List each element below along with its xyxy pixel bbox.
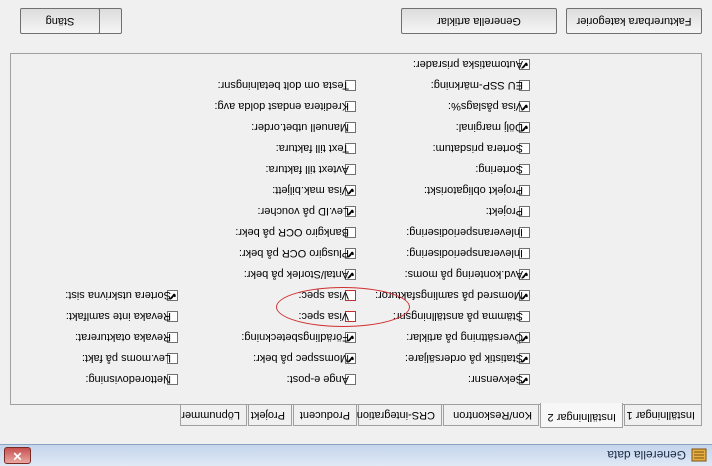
tab-strip: Inställningar 1 Inställningar 2 Kon/Resk… bbox=[10, 403, 702, 428]
tab-crs-integration[interactable]: CRS-integration bbox=[357, 404, 442, 426]
setting-row: ✔ Plusgiro OCR på bekr: bbox=[21, 244, 701, 260]
setting-row: Avtext till faktura: bbox=[21, 160, 701, 176]
setting-label: Testa om dolt betalningsnr: bbox=[217, 79, 349, 91]
tab-projekt[interactable]: Projekt bbox=[248, 404, 292, 426]
title-bar: Generella data ✕ bbox=[0, 444, 712, 466]
setting-label: Nettoredovisning: bbox=[85, 373, 171, 385]
setting-row: Lev.moms på fakt: bbox=[21, 349, 701, 365]
setting-label: Lev.moms på fakt: bbox=[81, 352, 171, 364]
setting-row: Bankgiro OCR på bekr: bbox=[21, 223, 701, 239]
setting-label: Sortera utskrivna sist: bbox=[65, 289, 171, 301]
setting-row: Testa om dolt betalningsnr: bbox=[21, 76, 701, 92]
setting-row: ✔ Visa mak.biljett: bbox=[21, 181, 701, 197]
setting-row: Manuell utbet.order: bbox=[21, 118, 701, 134]
tab-kon-reskontron[interactable]: Kon/Reskontron bbox=[443, 404, 539, 426]
window-title: Generella data bbox=[607, 448, 686, 462]
settings-panel: ✔ Sekvensnr: ✔ Statistik på ordersäljare: ✔ Ö… bbox=[10, 53, 702, 405]
billable-categories-button[interactable]: Fakturerbara kategorier bbox=[566, 8, 702, 34]
setting-label: Bankgiro OCR på bekr: bbox=[235, 226, 349, 238]
setting-label: Revaka otakturerat: bbox=[75, 331, 171, 343]
window-close-button[interactable]: ✕ bbox=[4, 447, 31, 464]
tab-lopnummer[interactable]: Löpnummer bbox=[180, 404, 247, 426]
setting-row: Kreditera endast dolda avg: bbox=[21, 97, 701, 113]
tab-installningar-1[interactable]: Inställningar 1 bbox=[624, 404, 702, 426]
setting-label: Manuell utbet.order: bbox=[251, 121, 349, 133]
setting-label: Plusgiro OCR på bekr: bbox=[238, 247, 349, 259]
setting-row: Nettoredovisning: bbox=[21, 370, 701, 386]
setting-label: Avtext till faktura: bbox=[265, 163, 349, 175]
button-bar: Fakturerbara kategorier Generella artikl… bbox=[0, 0, 712, 36]
setting-label: Kreditera endast dolda avg: bbox=[214, 100, 349, 112]
setting-label: Lev.ID på voucher: bbox=[257, 205, 349, 217]
annotation-highlight-ellipse bbox=[276, 287, 410, 327]
setting-label: Visa mak.biljett: bbox=[272, 184, 349, 196]
tab-installningar-2[interactable]: Inställningar 2 bbox=[540, 403, 623, 428]
setting-row: ✔ Lev.ID på voucher: bbox=[21, 202, 701, 218]
app-icon bbox=[691, 448, 707, 462]
setting-row: Text till faktura: bbox=[21, 139, 701, 155]
tab-producent[interactable]: Producent bbox=[293, 404, 357, 426]
setting-label: Text till faktura: bbox=[275, 142, 349, 154]
setting-row: ✔ Antal/Storlek på bekr: bbox=[21, 265, 701, 281]
general-articles-button[interactable]: Generella artiklar bbox=[401, 8, 557, 34]
setting-row: ✔ Automatiska prisrader: bbox=[21, 55, 701, 71]
close-button[interactable]: Stäng bbox=[20, 8, 100, 34]
setting-row: Revaka otakturerat: bbox=[21, 328, 701, 344]
setting-label: Automatiska prisrader: bbox=[412, 58, 523, 70]
app-window: Generella data ✕ Inställningar 1 Inställ… bbox=[0, 0, 712, 466]
setting-label: Revaka inte samlfakt: bbox=[65, 310, 171, 322]
setting-label: Antal/Storlek på bekr: bbox=[243, 268, 349, 280]
